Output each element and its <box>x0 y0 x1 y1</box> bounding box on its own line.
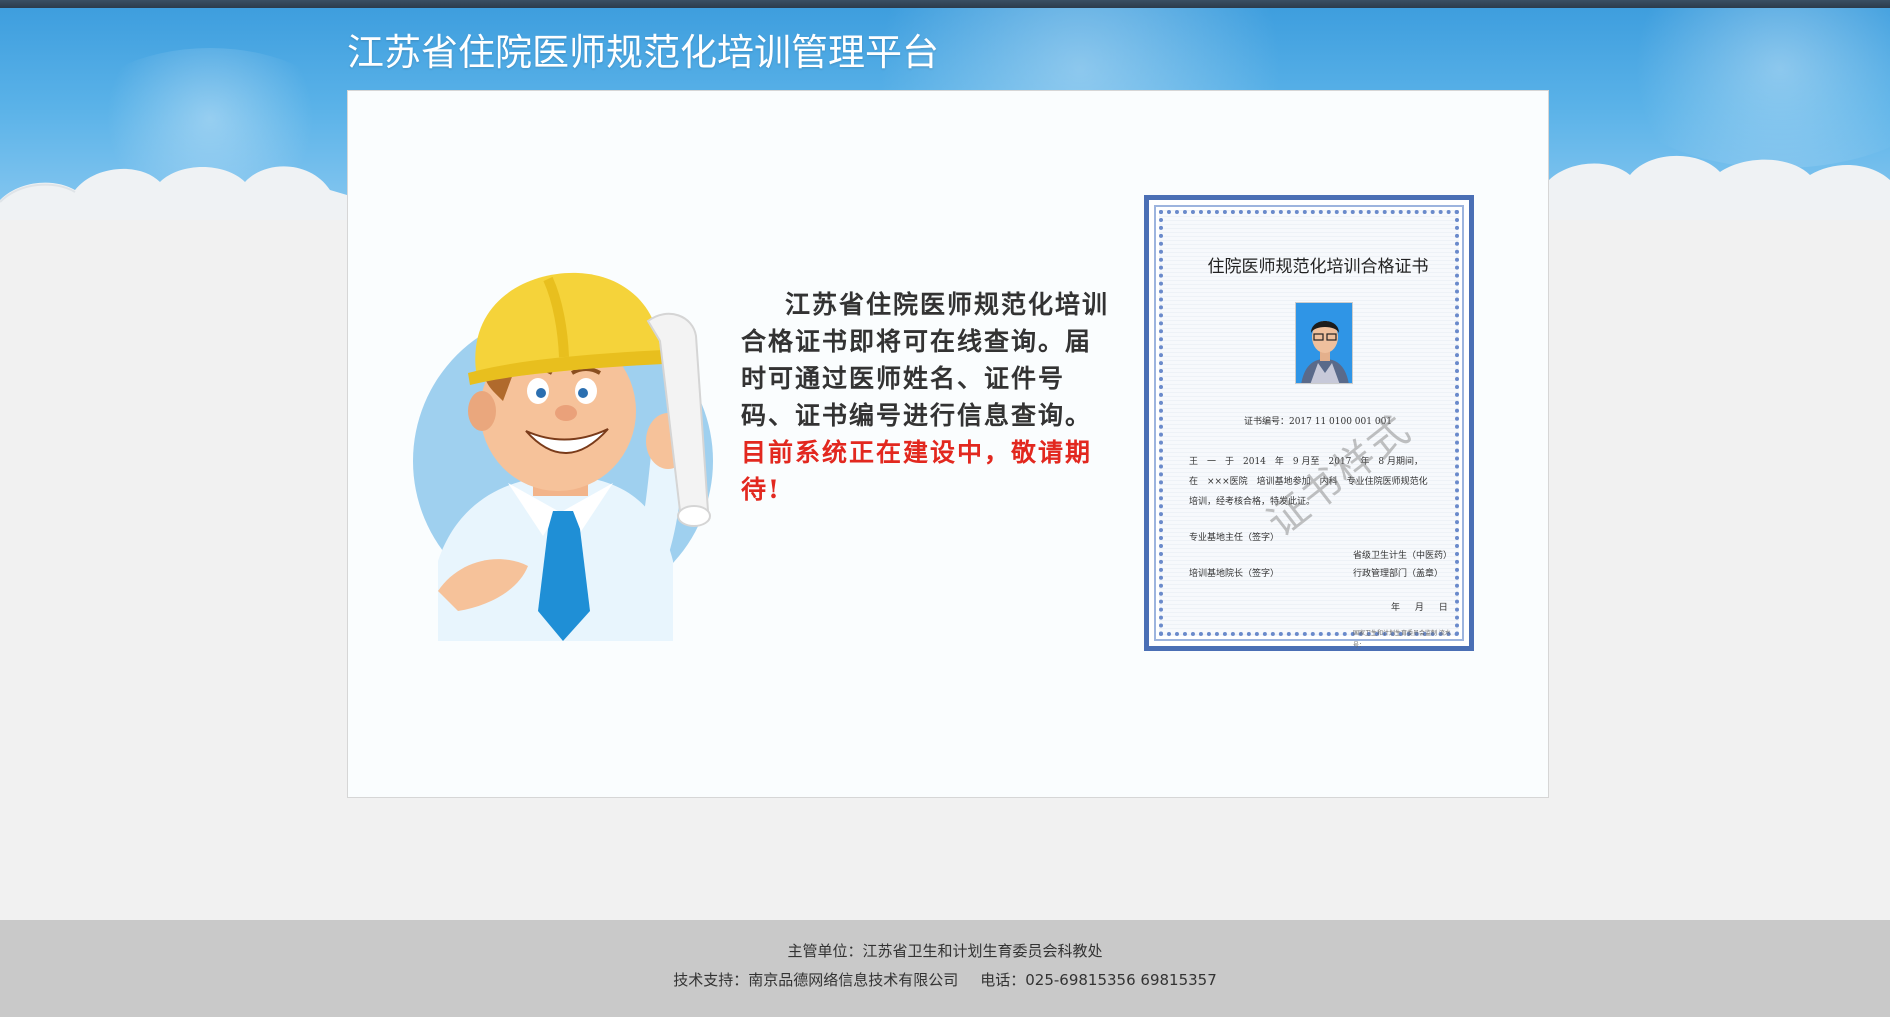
notice-main: 江苏省住院医师规范化培训合格证书即将可在线查询。届时可通过医师姓名、证件号码、证… <box>741 290 1110 430</box>
certificate-inner: 住院医师规范化培训合格证书 证书编号：2017 11 0100 001 001 … <box>1159 210 1459 649</box>
page-title: 江苏省住院医师规范化培训管理平台 <box>347 31 939 74</box>
certificate-sign-province: 省级卫生计生（中医药） <box>1353 551 1453 561</box>
certificate-footnote: 国家卫生和计划生育委员会监制 流水号： <box>1353 630 1451 649</box>
certificate-sign-department: 行政管理部门（盖章） <box>1353 569 1444 579</box>
certificate-title: 住院医师规范化培训合格证书 <box>1207 257 1429 277</box>
certificate-photo <box>1295 302 1353 384</box>
footer-support-line: 技术支持：南京品德网络信息技术有限公司 电话：025-69815356 69815… <box>0 969 1890 990</box>
footer-phone: 电话：025-69815356 69815357 <box>980 971 1217 989</box>
top-strip <box>0 0 1890 8</box>
certificate-sample: 住院医师规范化培训合格证书 证书编号：2017 11 0100 001 001 … <box>1144 195 1474 651</box>
footer-support: 技术支持：南京品德网络信息技术有限公司 <box>673 971 959 989</box>
person-photo-icon <box>1296 303 1352 383</box>
certificate-sign-director: 专业基地主任（签字） <box>1189 533 1280 543</box>
notice-highlight: 目前系统正在建设中，敬请期待! <box>741 438 1093 504</box>
notice-text: 江苏省住院医师规范化培训合格证书即将可在线查询。届时可通过医师姓名、证件号码、证… <box>741 286 1116 508</box>
footer-sponsor: 主管单位：江苏省卫生和计划生育委员会科教处 <box>787 942 1103 960</box>
certificate-date: 年 月 日 <box>1391 603 1448 613</box>
certificate-sign-president: 培训基地院长（签字） <box>1189 569 1280 579</box>
worker-illustration <box>413 272 713 641</box>
page-footer: 主管单位：江苏省卫生和计划生育委员会科教处 技术支持：南京品德网络信息技术有限公… <box>0 920 1890 1017</box>
certificate-number: 证书编号：2017 11 0100 001 001 <box>1243 417 1393 427</box>
content-panel: 江苏省住院医师规范化培训合格证书即将可在线查询。届时可通过医师姓名、证件号码、证… <box>347 90 1549 798</box>
